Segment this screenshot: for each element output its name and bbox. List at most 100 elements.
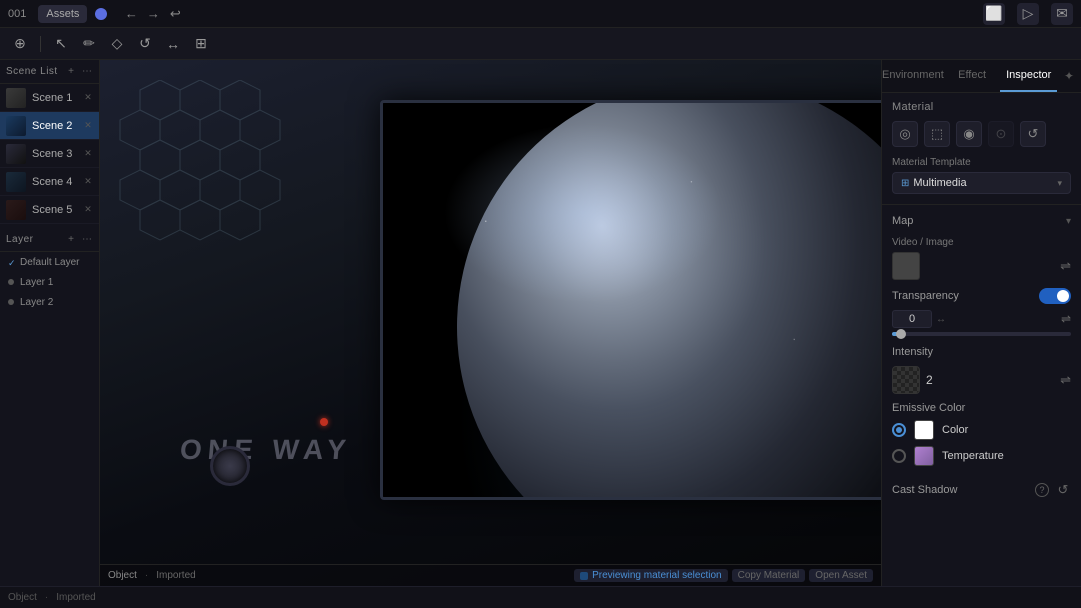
layer-add-icon[interactable]: + xyxy=(65,234,77,246)
layer-item-default[interactable]: ✓ Default Layer xyxy=(0,252,99,272)
intensity-adjust-icon[interactable]: ⇌ xyxy=(1060,372,1071,388)
material-icon-1[interactable]: ◎ xyxy=(892,121,918,147)
pen-icon[interactable]: ✏ xyxy=(77,32,101,56)
preview-text: Previewing material selection xyxy=(592,570,722,581)
tab-inspector[interactable]: Inspector xyxy=(1000,60,1057,92)
tab-environment[interactable]: Environment xyxy=(882,60,944,92)
scene-label-1: Scene 1 xyxy=(32,92,77,104)
material-icon-5[interactable]: ↺ xyxy=(1020,121,1046,147)
emissive-color-label: Emissive Color xyxy=(892,402,1071,414)
scene-list-add-icon[interactable]: + xyxy=(65,66,77,78)
left-panel: Scene List + ⋯ Scene 1 ✕ Scene 2 ✕ Scene… xyxy=(0,60,100,586)
scene-thumb-3 xyxy=(6,144,26,164)
open-asset-chip[interactable]: Open Asset xyxy=(809,569,873,582)
scene-list-menu-icon[interactable]: ⋯ xyxy=(81,66,93,78)
material-icon-3[interactable]: ◉ xyxy=(956,121,982,147)
video-adjust-icon[interactable]: ⇌ xyxy=(1060,258,1071,274)
scene-item-2[interactable]: Scene 2 ✕ xyxy=(0,112,99,140)
transform-icon[interactable]: ↔ xyxy=(161,32,185,56)
video-image-row: Video / Image ⇌ xyxy=(882,233,1081,284)
status-chips: Previewing material selection Copy Mater… xyxy=(574,569,873,582)
tab-effect-label: Effect xyxy=(958,69,986,81)
map-title: Map xyxy=(892,215,1062,227)
layer-menu-icon[interactable]: ⋯ xyxy=(81,234,93,246)
main-area: Scene List + ⋯ Scene 1 ✕ Scene 2 ✕ Scene… xyxy=(0,60,1081,586)
material-template-dropdown[interactable]: ⊞ Multimedia ▾ xyxy=(892,172,1071,194)
assets-button[interactable]: Assets xyxy=(38,5,87,23)
video-icon[interactable]: ▷ xyxy=(1017,3,1039,25)
intensity-checker xyxy=(892,366,920,394)
select-icon[interactable]: ↖ xyxy=(49,32,73,56)
transparency-row: Transparency xyxy=(882,284,1081,308)
scene-close-5[interactable]: ✕ xyxy=(83,205,93,215)
video-image-label: Video / Image xyxy=(892,237,1071,248)
open-label: Open Asset xyxy=(815,570,867,581)
refresh-nav-icon[interactable]: ↩ xyxy=(167,6,183,22)
divider-1 xyxy=(882,204,1081,205)
rotate-icon[interactable]: ↺ xyxy=(133,32,157,56)
radio-temperature[interactable] xyxy=(892,449,906,463)
stars xyxy=(383,103,881,497)
drag-hint-icon: ↔ xyxy=(936,314,946,325)
scene-label-4: Scene 4 xyxy=(32,176,77,188)
layer-label-1: Layer 1 xyxy=(20,277,53,288)
screen-panel xyxy=(380,100,881,500)
viewport[interactable]: ONE WAY Object · Imported Previewing mat… xyxy=(100,60,881,586)
scene-close-3[interactable]: ✕ xyxy=(83,149,93,159)
scene-close-2[interactable]: ✕ xyxy=(83,121,93,131)
emissive-option-temperature: Temperature xyxy=(892,446,1071,466)
copy-label: Copy Material xyxy=(738,570,800,581)
camera-icon[interactable]: ⬜ xyxy=(983,3,1005,25)
app-title: 001 xyxy=(8,8,26,20)
toggle-knob xyxy=(1057,290,1069,302)
shape-icon[interactable]: ◇ xyxy=(105,32,129,56)
transparency-slider-row: 0 ↔ ⇌ xyxy=(882,308,1081,342)
scene-item-5[interactable]: Scene 5 ✕ xyxy=(0,196,99,224)
scene-item-3[interactable]: Scene 3 ✕ xyxy=(0,140,99,168)
scene-label-3: Scene 3 xyxy=(32,148,77,160)
scene-close-4[interactable]: ✕ xyxy=(83,177,93,187)
map-collapsible[interactable]: Map ▾ xyxy=(882,209,1081,233)
imported-label: Imported xyxy=(156,570,195,581)
color-swatch-white[interactable] xyxy=(914,420,934,440)
slider-adjust-icon[interactable]: ⇌ xyxy=(1061,312,1071,326)
material-icon-2[interactable]: ⬚ xyxy=(924,121,950,147)
color-swatch-purple[interactable] xyxy=(914,446,934,466)
intensity-inner: 2 ⇌ xyxy=(892,366,1071,394)
transparency-value[interactable]: 0 xyxy=(892,310,932,328)
cast-shadow-row: Cast Shadow ? ↺ xyxy=(882,476,1081,504)
transparency-slider-track[interactable] xyxy=(892,332,1071,336)
transparency-toggle[interactable] xyxy=(1039,288,1071,304)
layer-item-2[interactable]: Layer 2 xyxy=(0,292,99,312)
video-thumbnail[interactable] xyxy=(892,252,920,280)
scene-item-1[interactable]: Scene 1 ✕ xyxy=(0,84,99,112)
material-template-label: Material Template xyxy=(892,157,1071,168)
layer-item-1[interactable]: Layer 1 xyxy=(0,272,99,292)
scene-close-1[interactable]: ✕ xyxy=(83,93,93,103)
red-light xyxy=(320,418,328,426)
tab-extra-icon[interactable]: ✦ xyxy=(1057,60,1081,92)
back-icon[interactable]: ← xyxy=(123,6,139,22)
scene-item-4[interactable]: Scene 4 ✕ xyxy=(0,168,99,196)
layer-dot-2 xyxy=(8,299,14,305)
tab-environment-label: Environment xyxy=(882,69,944,81)
object-label: Object xyxy=(108,570,137,581)
forward-icon[interactable]: → xyxy=(145,6,161,22)
imported-status: Imported xyxy=(56,592,95,603)
emissive-temperature-text: Temperature xyxy=(942,450,1004,462)
tab-effect[interactable]: Effect xyxy=(944,60,1001,92)
toolbar-sep-1 xyxy=(40,36,41,52)
layer-label-default: Default Layer xyxy=(20,257,79,268)
copy-material-chip[interactable]: Copy Material xyxy=(732,569,806,582)
dropdown-arrow-icon: ▾ xyxy=(1057,178,1062,189)
cast-shadow-refresh-icon[interactable]: ↺ xyxy=(1055,482,1071,498)
radio-color[interactable] xyxy=(892,423,906,437)
layer-list: ✓ Default Layer Layer 1 Layer 2 xyxy=(0,252,99,586)
mail-icon[interactable]: ✉ xyxy=(1051,3,1073,25)
cast-shadow-help-icon[interactable]: ? xyxy=(1035,483,1049,497)
add-icon[interactable]: ⊕ xyxy=(8,32,32,56)
grid-icon[interactable]: ⊞ xyxy=(189,32,213,56)
emissive-option-color: Color xyxy=(892,420,1071,440)
status-object-label: Object xyxy=(8,592,37,603)
scene-thumb-1 xyxy=(6,88,26,108)
